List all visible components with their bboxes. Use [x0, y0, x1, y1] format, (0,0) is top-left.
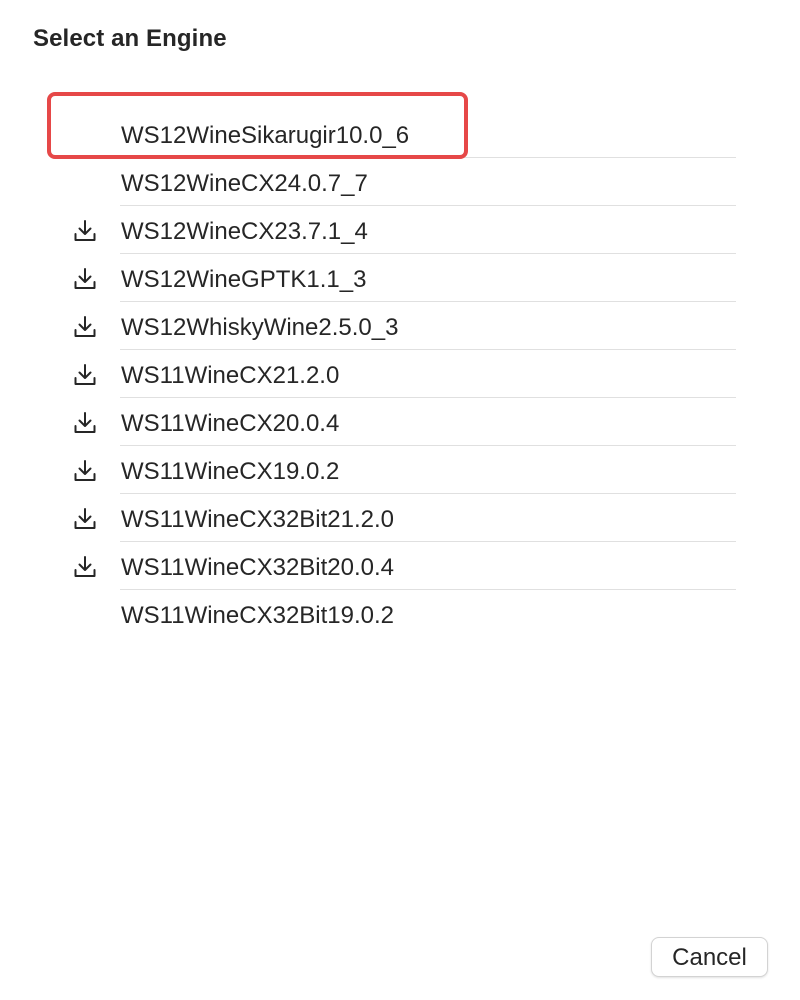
download-icon[interactable] — [72, 458, 98, 484]
engine-row[interactable]: WS11WineCX32Bit19.0.2 — [0, 590, 800, 638]
engine-row[interactable]: WS12WineCX24.0.7_7 — [0, 158, 800, 206]
engine-name: WS12WineGPTK1.1_3 — [121, 266, 367, 293]
engine-name: WS11WineCX32Bit21.2.0 — [121, 506, 395, 533]
engine-name: WS11WineCX21.2.0 — [121, 362, 340, 389]
engine-name: WS12WineSikarugir10.0_6 — [121, 122, 410, 149]
download-icon[interactable] — [72, 554, 98, 580]
engine-name: WS12WhiskyWine2.5.0_3 — [121, 314, 399, 341]
engine-name: WS11WineCX19.0.2 — [121, 458, 340, 485]
engine-row[interactable]: WS11WineCX32Bit20.0.4 — [0, 542, 800, 590]
engine-name: WS11WineCX32Bit20.0.4 — [121, 554, 395, 581]
engine-row[interactable]: WS12WineCX23.7.1_4 — [0, 206, 800, 254]
download-icon[interactable] — [72, 362, 98, 388]
download-icon[interactable] — [72, 266, 98, 292]
download-icon[interactable] — [72, 506, 98, 532]
cancel-button[interactable]: Cancel — [651, 937, 768, 977]
select-engine-dialog: Select an Engine WS12WineSikarugir10.0_6… — [0, 0, 800, 1000]
engine-row[interactable]: WS11WineCX20.0.4 — [0, 398, 800, 446]
engine-row[interactable]: WS12WhiskyWine2.5.0_3 — [0, 302, 800, 350]
download-icon[interactable] — [72, 314, 98, 340]
engine-row[interactable]: WS11WineCX21.2.0 — [0, 350, 800, 398]
engine-row[interactable]: WS12WineSikarugir10.0_6 — [0, 110, 800, 158]
engine-name: WS11WineCX32Bit19.0.2 — [121, 602, 395, 629]
engine-name: WS12WineCX24.0.7_7 — [121, 170, 368, 197]
engine-row[interactable]: WS12WineGPTK1.1_3 — [0, 254, 800, 302]
download-icon[interactable] — [72, 218, 98, 244]
dialog-title: Select an Engine — [33, 25, 227, 52]
engine-name: WS11WineCX20.0.4 — [121, 410, 340, 437]
engine-name: WS12WineCX23.7.1_4 — [121, 218, 368, 245]
engine-row[interactable]: WS11WineCX19.0.2 — [0, 446, 800, 494]
engine-row[interactable]: WS11WineCX32Bit21.2.0 — [0, 494, 800, 542]
engine-list: WS12WineSikarugir10.0_6 WS12WineCX24.0.7… — [0, 110, 800, 638]
download-icon[interactable] — [72, 410, 98, 436]
